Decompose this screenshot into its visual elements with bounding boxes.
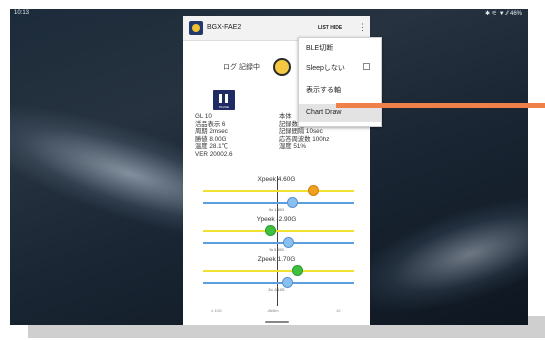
pause-button[interactable]: PAUSE (213, 90, 235, 110)
menu-item-label: 表示する軸 (306, 87, 341, 94)
zpeak-label: Zpeek 1.70G (257, 256, 296, 263)
tablet-screen: 10:13 ✱ ⚟ ▼ ⁄⁄ 46% BGX-FAE2 LIST HIDE ⋮ … (10, 9, 528, 325)
info-line: 温度 28.1℃ (195, 143, 228, 150)
status-icons: ✱ ⚟ ▼ ⁄⁄ 46% (484, 11, 522, 17)
pause-icon (219, 94, 229, 103)
x-value-marker[interactable] (287, 197, 298, 208)
menu-item-label: Chart Draw (306, 109, 342, 116)
xpeak-label: Xpeek 4.60G (257, 176, 296, 183)
info-line: 応答周波数 100hz (279, 135, 330, 143)
y-peak-track (203, 230, 354, 232)
x-peak-track (203, 190, 354, 192)
no-sleep-checkbox[interactable] (363, 63, 370, 70)
z-small-label: Zo -0.10G (268, 288, 285, 292)
info-line: GL 10 (195, 113, 212, 120)
menu-item-label: Sleepしない (306, 65, 345, 72)
info-line: 湿度 51% (279, 143, 306, 150)
y-value-track (203, 242, 354, 244)
info-line: 記録間隔 10sec (279, 128, 323, 135)
list-hide-button[interactable]: LIST HIDE (318, 25, 342, 31)
status-time: 10:13 (14, 10, 30, 16)
range-center-label: -8kBm (267, 308, 279, 313)
z-peak-marker[interactable] (292, 265, 303, 276)
info-line: 活品表示 6 (195, 120, 226, 128)
overflow-menu: BLE切断 Sleepしない 表示する軸 Chart Draw (298, 37, 382, 127)
device-icon (273, 58, 291, 76)
menu-item-no-sleep[interactable]: Sleepしない (299, 58, 381, 76)
x-small-label: Xo 1.50G (268, 208, 285, 212)
app-title: BGX-FAE2 (207, 24, 242, 31)
z-peak-track (203, 270, 354, 272)
info-line: VER 20002.6 (195, 150, 233, 158)
info-left: GL 10 活品表示 6 周期 2msec 勝値 8.00G 温度 28.1℃ … (195, 113, 232, 158)
info-line: 周期 2msec (195, 128, 228, 135)
x-value-track (203, 202, 354, 204)
app-logo-icon (189, 21, 203, 35)
y-small-label: Yo 0.00G (269, 248, 284, 252)
y-peak-marker[interactable] (265, 225, 276, 236)
z-value-marker[interactable] (282, 277, 293, 288)
center-line (277, 176, 278, 306)
ypeak-label: Ypeek -2.90G (256, 216, 297, 223)
info-line: 勝値 8.00G (195, 135, 227, 143)
x-peak-marker[interactable] (308, 185, 319, 196)
pause-label: PAUSE (219, 105, 229, 109)
axis-chart: Xpeek 4.60G Xo 1.50G Ypeek -2.90G Yo 0.0… (183, 176, 370, 325)
menu-item-label: BLE切断 (306, 45, 334, 52)
menu-item-display-axis[interactable]: 表示する軸 (299, 80, 381, 98)
log-status-label: ログ 記録中 (223, 64, 260, 71)
annotation-arrow (336, 103, 545, 108)
range-right-label: 10 (336, 308, 341, 313)
nav-handle[interactable] (265, 321, 289, 323)
range-left-label: ± 10G (211, 308, 222, 313)
y-value-marker[interactable] (283, 237, 294, 248)
menu-item-ble-disconnect[interactable]: BLE切断 (299, 38, 381, 56)
overflow-menu-icon[interactable]: ⋮ (358, 22, 367, 33)
z-value-track (203, 282, 354, 284)
